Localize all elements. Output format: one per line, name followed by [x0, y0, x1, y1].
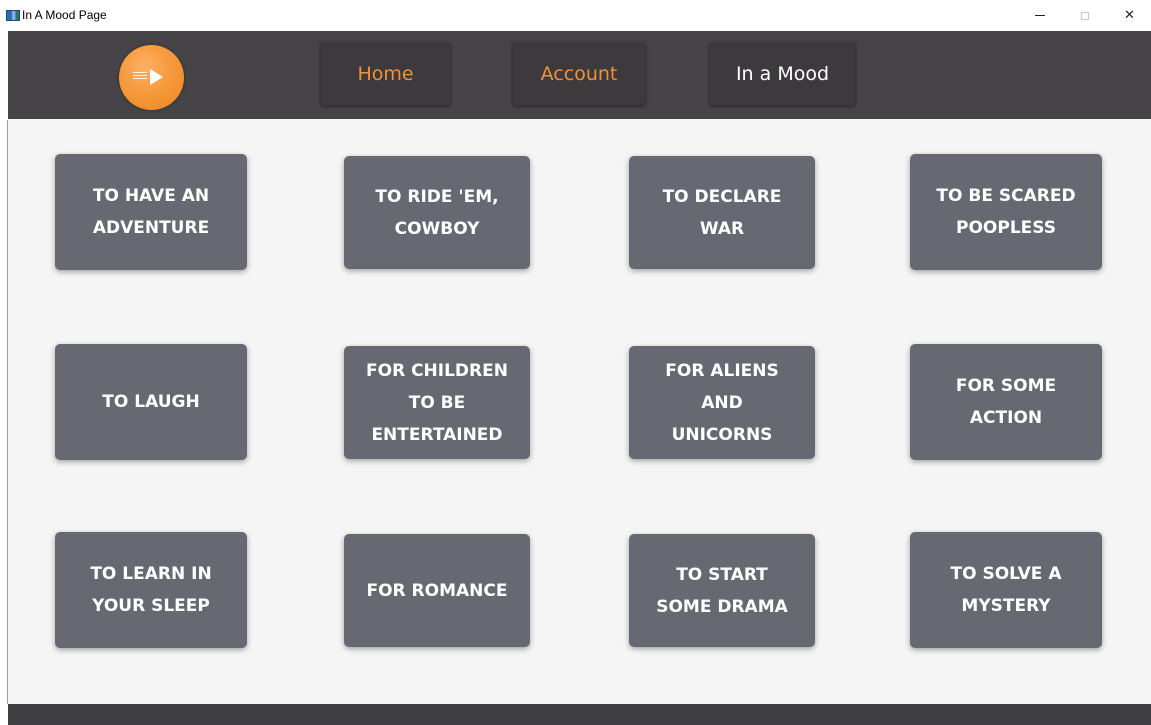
account-button[interactable]: Account: [513, 43, 645, 105]
app-window: In A Mood Page ✕ Home Account In a Mood …: [0, 0, 1151, 725]
nav-bar: Home Account In a Mood: [8, 31, 1151, 119]
footer-bar: [8, 704, 1151, 725]
mood-button-adventure[interactable]: TO HAVE AN ADVENTURE: [55, 154, 247, 270]
play-triangle-icon: [150, 69, 163, 85]
mood-button-learn[interactable]: TO LEARN IN YOUR SLEEP: [55, 532, 247, 648]
app-icon: [6, 10, 20, 21]
mood-button-action[interactable]: FOR SOME ACTION: [910, 344, 1102, 460]
mood-button-scared[interactable]: TO BE SCARED POOPLESS: [910, 154, 1102, 270]
mood-button-romance[interactable]: FOR ROMANCE: [344, 534, 530, 647]
mood-button-war[interactable]: TO DECLARE WAR: [629, 156, 815, 269]
mood-button-cowboy[interactable]: TO RIDE 'EM, COWBOY: [344, 156, 530, 269]
home-button[interactable]: Home: [321, 43, 450, 105]
minimize-button[interactable]: [1017, 0, 1062, 31]
mood-button-children[interactable]: FOR CHILDREN TO BE ENTERTAINED: [344, 346, 530, 459]
mood-grid: TO HAVE AN ADVENTURE TO RIDE 'EM, COWBOY…: [8, 119, 1151, 704]
mood-button-mystery[interactable]: TO SOLVE A MYSTERY: [910, 532, 1102, 648]
play-logo-icon[interactable]: [119, 45, 184, 110]
mood-button-laugh[interactable]: TO LAUGH: [55, 344, 247, 460]
mood-button-drama[interactable]: TO START SOME DRAMA: [629, 534, 815, 647]
maximize-icon: [1080, 11, 1089, 20]
maximize-button[interactable]: [1062, 0, 1107, 31]
mood-button-aliens[interactable]: FOR ALIENS AND UNICORNS: [629, 346, 815, 459]
window-title: In A Mood Page: [22, 8, 107, 22]
minimize-icon: [1034, 15, 1045, 16]
title-bar: In A Mood Page ✕: [0, 0, 1151, 31]
close-icon: ✕: [1124, 8, 1135, 23]
in-a-mood-button[interactable]: In a Mood: [710, 43, 855, 105]
logo-lines: [133, 72, 147, 81]
close-button[interactable]: ✕: [1107, 0, 1151, 31]
